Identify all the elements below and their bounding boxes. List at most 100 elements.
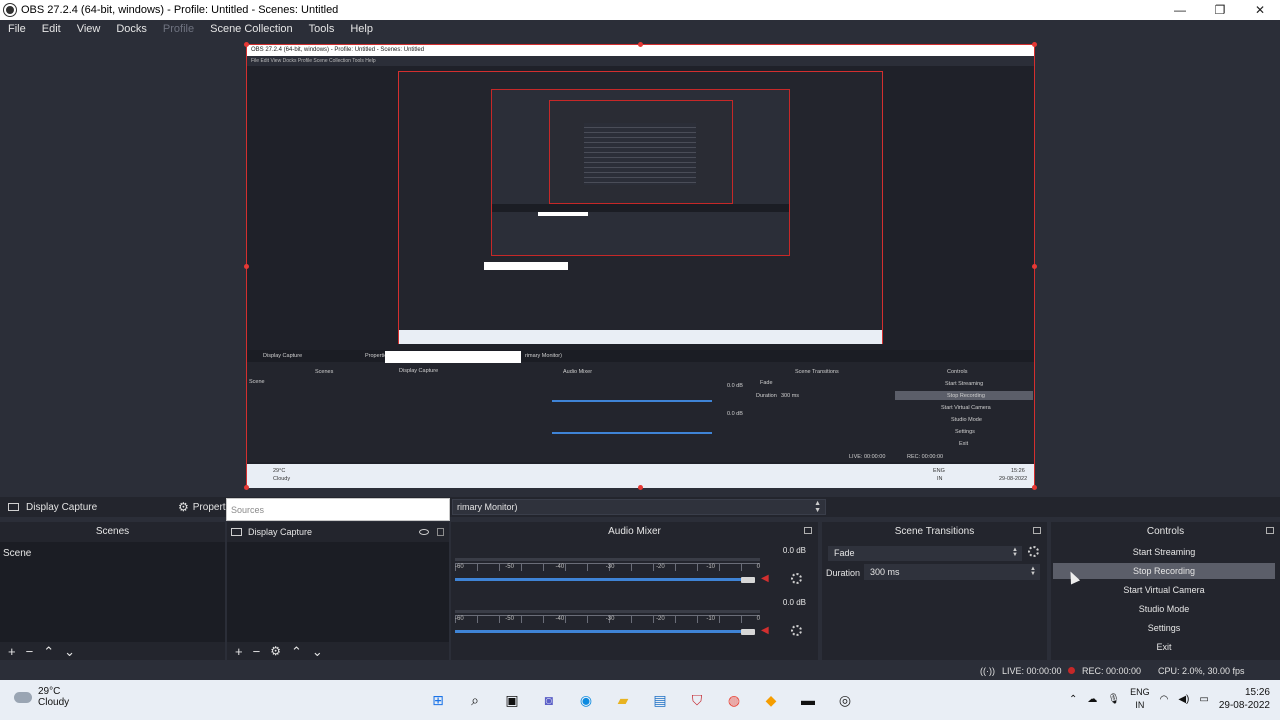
remove-source-button[interactable]: −	[253, 645, 261, 658]
resize-handle-right[interactable]	[1032, 264, 1037, 269]
preview-temp: 29°C	[273, 468, 286, 474]
settings-button[interactable]: Settings	[1053, 620, 1275, 636]
resize-handle-left[interactable]	[244, 264, 249, 269]
transition-select[interactable]: Fade ▲ ▼	[828, 546, 1022, 561]
preview-controls-title: Controls	[947, 369, 968, 375]
tick-label: -30	[605, 564, 615, 570]
controls-title: Controls	[1146, 525, 1185, 537]
minimize-button[interactable]: —	[1160, 0, 1200, 20]
task-view-icon[interactable]: ▣	[500, 688, 524, 712]
preview-exit: Exit	[959, 441, 969, 447]
resize-handle-bottom[interactable]	[638, 485, 643, 490]
language-indicator[interactable]: ENG IN	[1130, 686, 1150, 712]
menu-tools[interactable]: Tools	[301, 23, 343, 35]
cloud-sync-icon[interactable]: ☁	[1087, 694, 1097, 705]
undock-icon[interactable]	[804, 527, 812, 534]
nested-preview	[398, 71, 883, 344]
close-button[interactable]: ✕	[1240, 0, 1280, 20]
menu-edit[interactable]: Edit	[34, 23, 69, 35]
duration-spinbox[interactable]: 300 ms ▲ ▼	[864, 564, 1040, 580]
menu-file[interactable]: File	[0, 23, 34, 35]
volume-thumb-1[interactable]	[741, 577, 755, 583]
edge-browser-icon[interactable]: ◉	[574, 688, 598, 712]
mixer-db-2: 0.0 dB	[782, 598, 806, 607]
scenes-list: Scene	[0, 542, 225, 642]
resize-handle-top[interactable]	[638, 42, 643, 47]
weather-widget[interactable]: 29°C Cloudy	[14, 686, 69, 708]
move-source-down-button[interactable]: ⌄	[312, 645, 323, 658]
mixer-settings-gear-icon[interactable]	[791, 573, 802, 584]
exit-button[interactable]: Exit	[1053, 639, 1275, 655]
menu-profile[interactable]: Profile	[155, 23, 202, 35]
resize-handle-bottom-right[interactable]	[1032, 485, 1037, 490]
microphone-icon[interactable]: 🎙	[1107, 694, 1120, 705]
resize-handle-top-left[interactable]	[244, 42, 249, 47]
menu-docks[interactable]: Docks	[108, 23, 155, 35]
preview-scenes-title: Scenes	[315, 369, 334, 375]
move-source-up-button[interactable]: ⌃	[291, 645, 302, 658]
wifi-icon[interactable]: ◠	[1160, 694, 1169, 705]
file-explorer-icon[interactable]: ▰	[611, 688, 635, 712]
volume-slider-2[interactable]	[455, 630, 752, 633]
add-source-button[interactable]: +	[235, 645, 243, 658]
preview-source-name: Display Capture	[263, 353, 303, 359]
stop-recording-button[interactable]: Stop Recording	[1053, 563, 1275, 579]
tick-label: 0	[756, 616, 760, 622]
antivirus-icon[interactable]: ⛉	[685, 688, 709, 712]
resize-handle-bottom-left[interactable]	[244, 485, 249, 490]
volume-thumb-2[interactable]	[741, 629, 755, 635]
studio-mode-button[interactable]: Studio Mode	[1053, 601, 1275, 617]
search-icon[interactable]: ⌕	[463, 688, 487, 712]
tick-label: -40	[555, 616, 565, 622]
volume-slider-1[interactable]	[455, 578, 752, 581]
add-scene-button[interactable]: +	[8, 645, 16, 658]
volume-icon[interactable]: ◀)	[1178, 694, 1189, 705]
preview-area[interactable]: OBS 27.2.4 (64-bit, windows) - Profile: …	[0, 38, 1280, 494]
undock-icon[interactable]	[1266, 527, 1274, 534]
speaker-mute-icon[interactable]: ◀	[761, 574, 771, 584]
mixer-settings-gear-icon[interactable]	[791, 625, 802, 636]
terminal-icon[interactable]: ▬	[796, 688, 820, 712]
display-capture-preview[interactable]: OBS 27.2.4 (64-bit, windows) - Profile: …	[244, 42, 1037, 490]
display-select-dropdown[interactable]: rimary Monitor) ▲ ▼	[452, 499, 826, 515]
speaker-mute-icon[interactable]: ◀	[761, 626, 771, 636]
transition-properties-gear-icon[interactable]	[1028, 546, 1039, 557]
source-list-item[interactable]: Display Capture	[227, 524, 449, 540]
move-scene-down-button[interactable]: ⌄	[64, 645, 75, 658]
windows-taskbar: 29°C Cloudy ⊞ ⌕ ▣ ◙ ◉ ▰ ▤ ⛉ ◍ ◆ ▬ ◎ ⌃ ☁ …	[0, 680, 1280, 720]
battery-icon[interactable]: ▭	[1199, 694, 1208, 705]
source-toolbar-name: Display Capture	[26, 501, 98, 513]
nested-docks-area	[399, 260, 882, 330]
nested-menu-bar: File Edit View Docks Profile Scene Colle…	[247, 56, 1034, 66]
chat-icon[interactable]: ◙	[537, 688, 561, 712]
store-icon[interactable]: ▤	[648, 688, 672, 712]
tick-label: -20	[656, 564, 665, 570]
preview-studio-mode: Studio Mode	[951, 417, 982, 423]
start-streaming-button[interactable]: Start Streaming	[1053, 544, 1275, 560]
restore-button[interactable]: ❐	[1200, 0, 1240, 20]
chrome-icon[interactable]: ◍	[722, 688, 746, 712]
mixer-track-1: 0.0 dB -60 -50 -40 -30 -20 -10 0 ◀	[451, 544, 818, 594]
menu-view[interactable]: View	[69, 23, 109, 35]
undock-icon[interactable]	[1033, 527, 1041, 534]
scene-list-item[interactable]: Scene	[0, 542, 225, 559]
clock[interactable]: 15:26 29-08-2022	[1219, 686, 1270, 712]
move-scene-up-button[interactable]: ⌃	[43, 645, 54, 658]
preview-settings: Settings	[955, 429, 975, 435]
start-virtual-camera-button[interactable]: Start Virtual Camera	[1053, 582, 1275, 598]
source-properties-gear-icon[interactable]: ⚙	[270, 644, 281, 658]
source-toolbar-source: Display Capture	[8, 497, 97, 517]
mixer-track-2: 0.0 dB -60 -50 -40 -30 -20 -10 0 ◀	[451, 596, 818, 646]
chevron-up-icon[interactable]: ⌃	[1069, 694, 1077, 705]
menu-help[interactable]: Help	[342, 23, 381, 35]
remove-scene-button[interactable]: −	[26, 645, 34, 658]
obs-taskbar-icon[interactable]: ◎	[833, 688, 857, 712]
sublime-text-icon[interactable]: ◆	[759, 688, 783, 712]
nested-dock-bar	[492, 204, 789, 212]
windows-start-icon[interactable]: ⊞	[426, 688, 450, 712]
visibility-eye-icon[interactable]	[419, 529, 429, 535]
spinner-icon[interactable]: ▲ ▼	[1030, 566, 1036, 577]
resize-handle-top-right[interactable]	[1032, 42, 1037, 47]
menu-scene-collection[interactable]: Scene Collection	[202, 23, 301, 35]
lock-icon[interactable]	[437, 528, 444, 536]
